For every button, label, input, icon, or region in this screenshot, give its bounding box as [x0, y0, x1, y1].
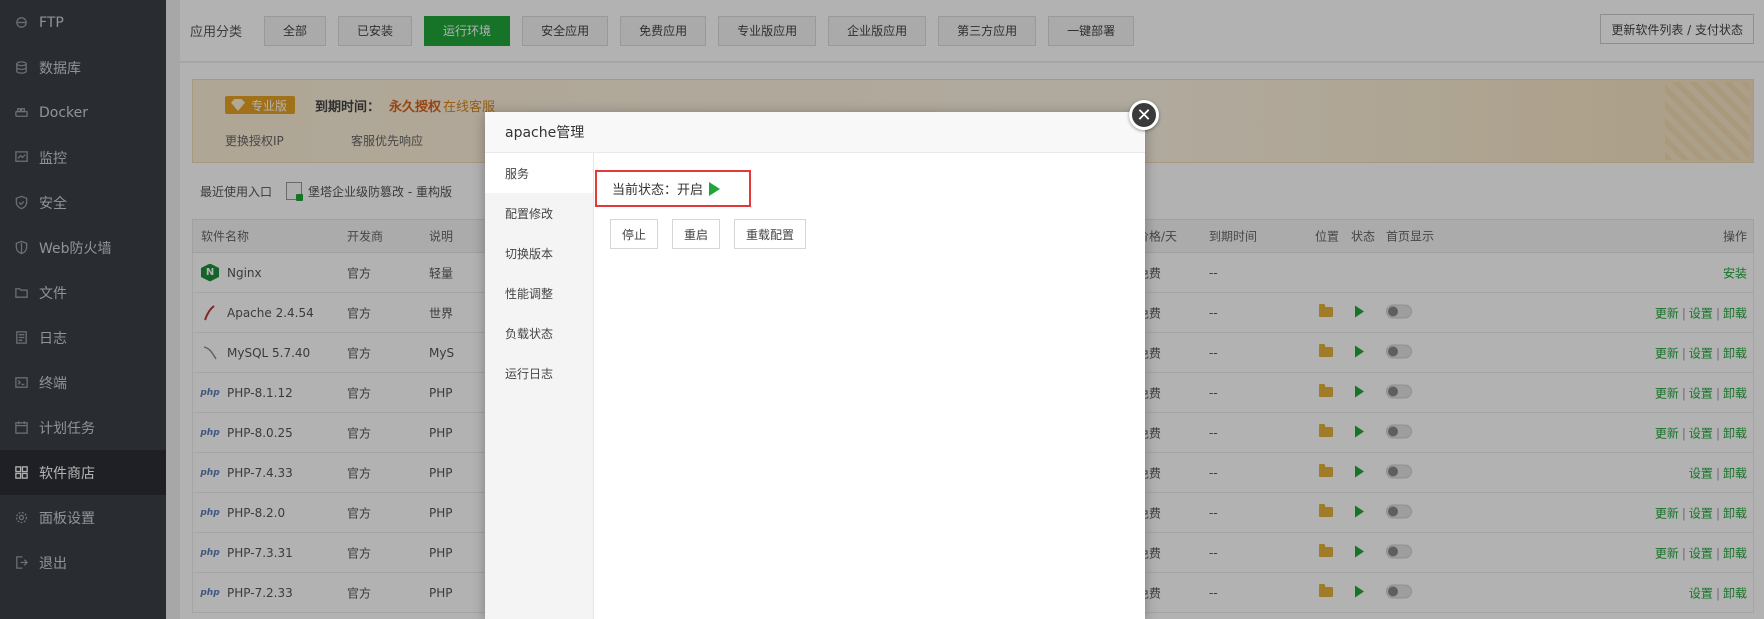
dialog-tab-5[interactable]: 运行日志 — [485, 353, 593, 393]
dialog-nav: 服务 配置修改 切换版本 性能调整 负载状态 运行日志 — [485, 153, 594, 619]
apache-manage-dialog: apache管理 ✕ 服务 配置修改 切换版本 性能调整 负载状态 运行日志 当前状态： … — [485, 100, 1159, 619]
dialog-title: apache管理 — [505, 125, 585, 141]
current-status: 当前状态： 开启 — [595, 170, 751, 207]
reload-config-button[interactable]: 重载配置 — [734, 219, 807, 249]
restart-button[interactable]: 重启 — [672, 219, 721, 249]
dialog-tab-1[interactable]: 配置修改 — [485, 193, 593, 233]
dialog-body: 当前状态： 开启 停止 重启 重载配置 — [595, 153, 1145, 619]
dialog-nav-list: 服务 配置修改 切换版本 性能调整 负载状态 运行日志 — [485, 153, 593, 393]
stop-button[interactable]: 停止 — [610, 219, 659, 249]
status-label: 当前状态： — [612, 183, 678, 198]
dialog-tab-0[interactable]: 服务 — [485, 153, 593, 193]
dialog-tab-4[interactable]: 负载状态 — [485, 313, 593, 353]
close-icon[interactable]: ✕ — [1129, 100, 1159, 130]
play-icon — [709, 181, 721, 196]
status-value: 开启 — [677, 183, 704, 198]
dialog-tab-3[interactable]: 性能调整 — [485, 273, 593, 313]
dialog-tab-2[interactable]: 切换版本 — [485, 233, 593, 273]
dialog-header: apache管理 — [485, 112, 1145, 153]
